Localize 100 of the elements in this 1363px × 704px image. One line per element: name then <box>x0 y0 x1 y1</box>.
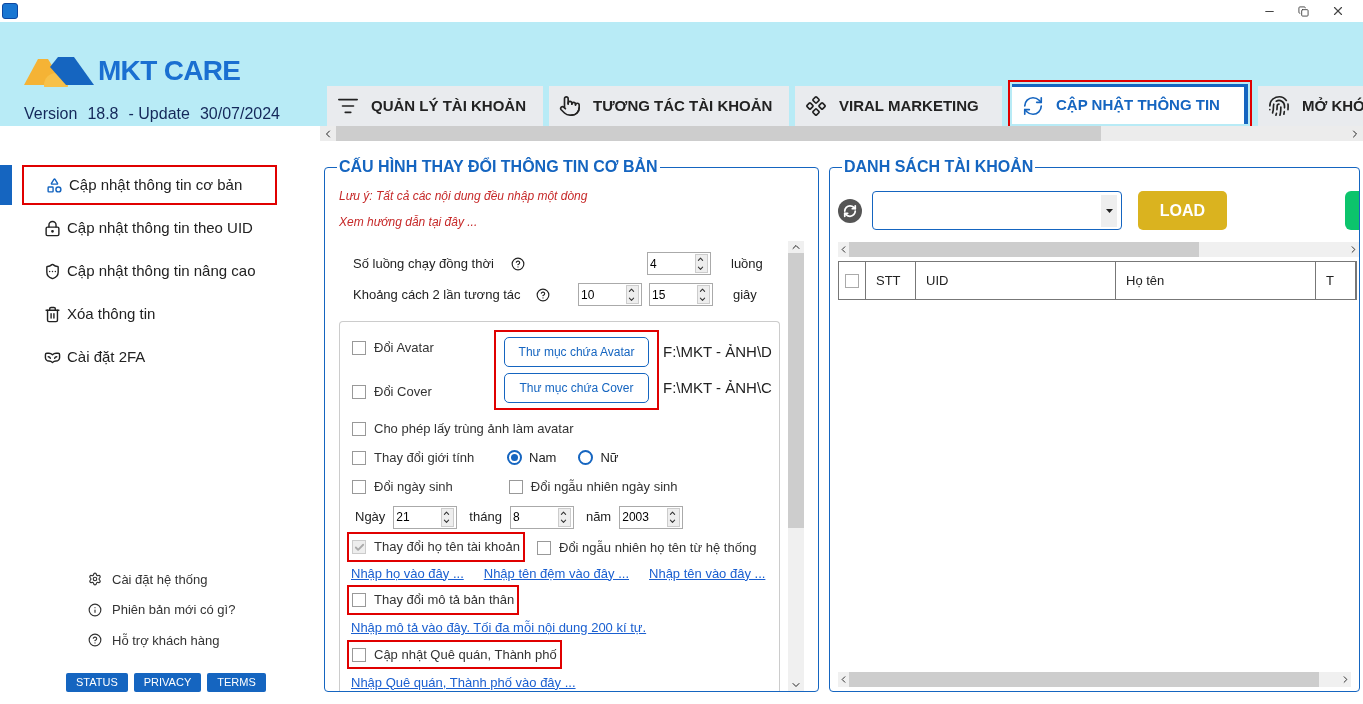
radio-button[interactable] <box>578 450 594 466</box>
action-button[interactable] <box>1345 191 1359 230</box>
checkbox-label: Thay đổi mô tả bản thân <box>374 591 515 610</box>
setting-label: Khoảng cách 2 lần tương tác <box>353 285 522 304</box>
spinner-arrows-icon[interactable] <box>441 507 455 527</box>
nav-tab[interactable]: CẬP NHẬT THÔNG TIN <box>1012 84 1248 124</box>
checkbox-label: Thay đổi giới tính <box>374 449 475 467</box>
spin-field[interactable]: 15 <box>649 283 713 306</box>
note-text: Lưu ý: Tất cả các nội dung đều nhập một dòng <box>339 188 589 205</box>
input-link[interactable]: Nhập tên đệm vào đây ... <box>483 563 629 583</box>
setting-label: Số luồng chạy đồng thời <box>353 254 495 273</box>
folder-button[interactable]: Thư mục chứa Avatar <box>504 337 649 367</box>
footer-link[interactable]: Hỗ trợ khách hàng <box>88 630 320 650</box>
restore-icon[interactable] <box>1298 5 1309 17</box>
date-field[interactable]: 21 <box>393 505 458 529</box>
checkbox[interactable] <box>352 422 366 436</box>
date-field[interactable]: 2003 <box>619 505 684 529</box>
scroll-thumb[interactable] <box>336 126 1101 141</box>
checkbox-label: Thay đổi họ tên tài khoản <box>374 538 520 557</box>
radio-label: Nữ <box>600 449 619 467</box>
footer-button[interactable]: TERMS <box>207 673 266 692</box>
spinner-arrows-icon[interactable] <box>697 285 710 304</box>
input-link[interactable]: Nhập họ vào đây ... <box>351 563 464 583</box>
note-text[interactable]: Xem hướng dẫn tại đây ... <box>339 213 804 231</box>
column-header[interactable]: UID <box>916 262 1116 299</box>
spin-field[interactable]: 10 <box>578 283 642 306</box>
checkbox[interactable] <box>352 385 366 399</box>
nav-tab[interactable]: VIRAL MARKETING <box>795 86 1002 126</box>
column-header[interactable]: T <box>1316 262 1356 299</box>
folder-path: F:\MKT - ẢNH\C <box>663 377 772 398</box>
close-icon[interactable] <box>1331 4 1345 18</box>
panel-title: CẤU HÌNH THAY ĐỔI THÔNG TIN CƠ BẢN <box>338 156 659 177</box>
checkbox-label: Đổi ngẫu nhiên họ tên từ hệ thống <box>559 538 757 557</box>
update-label: - Update <box>128 104 190 124</box>
footer-button[interactable]: STATUS <box>66 673 128 692</box>
app-icon <box>2 3 18 19</box>
checkbox[interactable] <box>508 479 523 494</box>
nav-tab[interactable]: TƯƠNG TÁC TÀI KHOẢN <box>549 86 789 126</box>
date-label: tháng <box>469 508 502 527</box>
help-icon <box>511 256 525 271</box>
sidebar-item[interactable]: Cập nhật thông tin theo UID <box>22 208 277 248</box>
footer-button[interactable]: PRIVACY <box>133 673 202 692</box>
spinner-arrows-icon[interactable] <box>557 507 571 527</box>
sidebar-item[interactable]: Xóa thông tin <box>22 294 277 334</box>
panel-title: DANH SÁCH TÀI KHOẢN <box>843 156 1035 177</box>
footer-link[interactable]: Cài đặt hệ thống <box>88 569 320 589</box>
checkbox-label: Đổi Cover <box>374 383 432 402</box>
date-label: năm <box>585 508 612 527</box>
folder-button[interactable]: Thư mục chứa Cover <box>504 373 649 403</box>
link-icon <box>88 602 102 617</box>
vertical-scrollbar[interactable] <box>788 241 804 691</box>
checkbox-label: Cho phép lấy trùng ảnh làm avatar <box>374 420 574 439</box>
checkbox-label: Đổi ngày sinh <box>374 477 453 496</box>
spinner-arrows-icon[interactable] <box>667 507 681 527</box>
logo-icon <box>24 55 96 87</box>
radio-label: Nam <box>529 449 557 467</box>
input-link[interactable]: Nhập tên vào đây ... <box>649 563 766 583</box>
unit-label: luồng <box>731 254 763 273</box>
column-header[interactable]: Họ tên <box>1116 262 1316 299</box>
version-number: 18.8 <box>87 104 119 124</box>
column-header[interactable]: STT <box>866 262 916 299</box>
help-icon <box>536 287 550 302</box>
menu-item-icon <box>44 262 61 280</box>
checkbox-label: Đổi Avatar <box>374 339 434 358</box>
scroll-thumb[interactable] <box>849 242 1199 257</box>
version-label: Version <box>24 104 78 124</box>
checkbox[interactable] <box>845 273 859 288</box>
checkbox[interactable] <box>352 341 366 355</box>
scroll-thumb[interactable] <box>788 253 804 528</box>
sidebar-item[interactable]: Cập nhật thông tin nâng cao <box>22 251 277 291</box>
menu-item-icon <box>44 305 61 323</box>
sidebar-item[interactable]: Cài đặt 2FA <box>22 337 277 377</box>
spinner-arrows-icon[interactable] <box>626 285 639 304</box>
unit-label: giây <box>733 285 757 304</box>
spinner-arrows-icon[interactable] <box>695 254 708 273</box>
input-link[interactable]: Nhập mô tả vào đây. Tối đa mỗi nội dung 200 kí tự. <box>351 618 647 638</box>
logo-text: MKT CARE <box>98 54 241 88</box>
input-link[interactable]: Nhập Quê quán, Thành phố vào đây ... <box>351 672 576 691</box>
checkbox-label: Cập nhật Quê quán, Thành phố <box>374 645 557 664</box>
checkbox[interactable] <box>352 450 366 465</box>
checkbox[interactable] <box>352 647 366 662</box>
tab-icon <box>1022 94 1044 117</box>
account-dropdown[interactable] <box>872 191 1122 230</box>
date-field[interactable]: 8 <box>509 505 574 529</box>
nav-tab[interactable]: QUẢN LÝ TÀI KHOẢN <box>327 86 543 126</box>
horizontal-scrollbar[interactable] <box>838 242 1359 257</box>
checkbox[interactable] <box>537 540 551 555</box>
horizontal-scrollbar[interactable] <box>320 126 1363 141</box>
footer-link[interactable]: Phiên bản mới có gì? <box>88 600 320 620</box>
radio-button[interactable] <box>507 450 522 466</box>
sidebar-item[interactable]: Cập nhật thông tin cơ bản <box>22 165 277 205</box>
checkbox[interactable] <box>352 593 366 607</box>
menu-item-icon <box>44 219 61 237</box>
tab-icon <box>805 95 827 117</box>
update-date: 30/07/2024 <box>199 104 280 124</box>
spin-field[interactable]: 4 <box>647 252 711 275</box>
checkbox[interactable] <box>352 479 366 494</box>
link-icon <box>88 633 102 648</box>
refresh-icon[interactable] <box>838 198 862 223</box>
link-icon <box>88 572 102 587</box>
